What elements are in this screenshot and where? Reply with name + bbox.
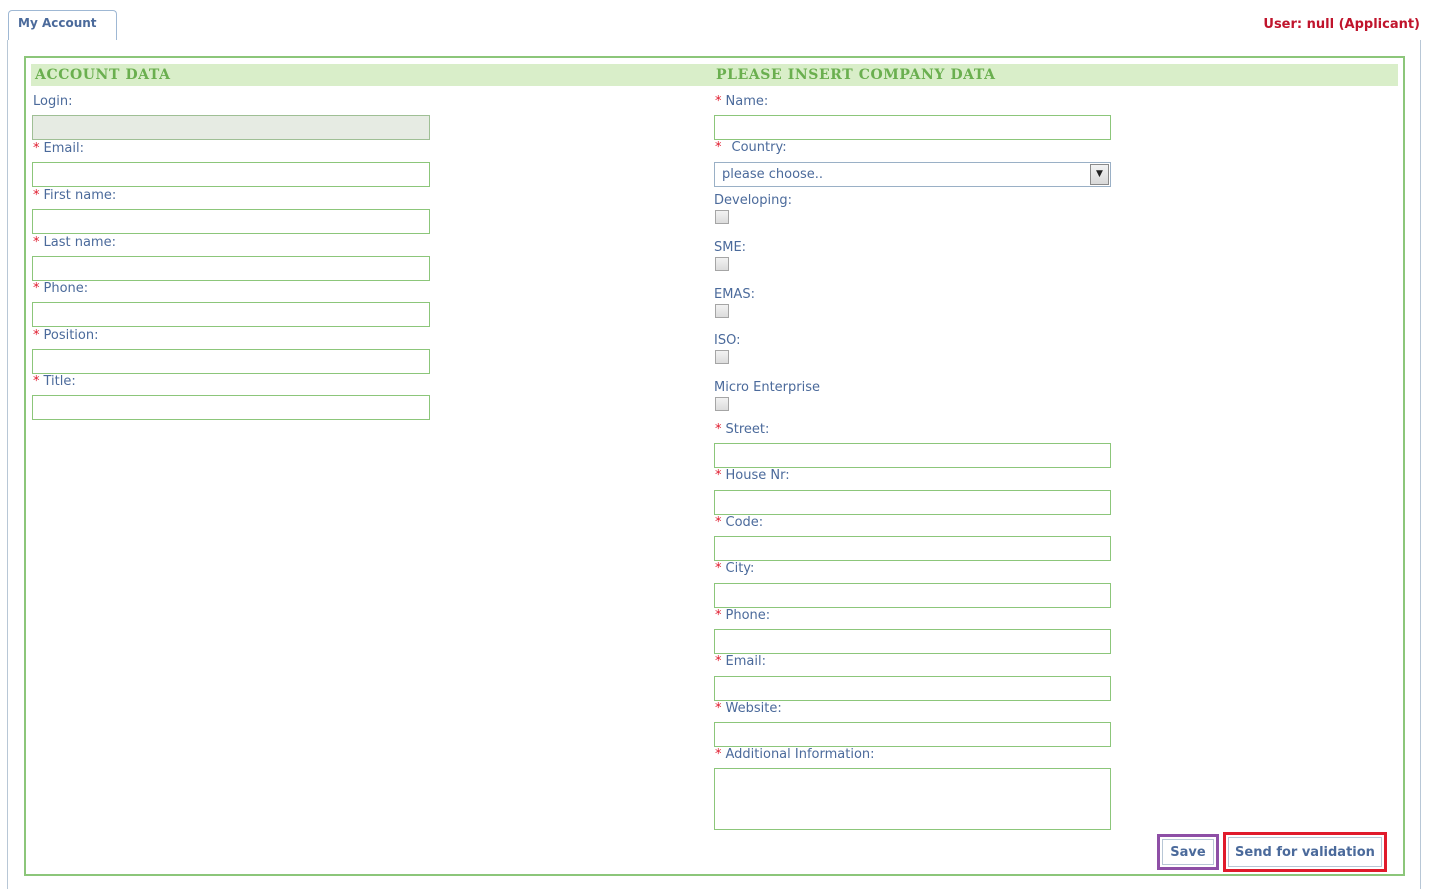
first-name-field[interactable] [32,209,430,234]
last-name-field[interactable] [32,256,430,281]
first-name-label: * First name: [33,188,117,203]
company-phone-label: * Phone: [715,608,771,623]
save-button[interactable]: Save [1157,834,1219,870]
phone-field[interactable] [32,302,430,327]
title-label: * Title: [33,374,76,389]
micro-enterprise-label: Micro Enterprise [714,380,820,395]
company-email-label: * Email: [715,654,766,669]
company-name-field[interactable] [714,115,1111,140]
position-label: * Position: [33,328,99,343]
email-label: * Email: [33,141,84,156]
website-field[interactable] [714,722,1111,747]
street-label: * Street: [715,422,770,437]
company-data-title: PLEASE INSERT COMPANY DATA [716,67,996,83]
additional-information-field[interactable] [714,768,1111,830]
company-name-label: * Name: [715,94,769,109]
send-for-validation-label: Send for validation [1228,837,1382,867]
last-name-label: * Last name: [33,235,116,250]
micro-enterprise-checkbox[interactable] [715,397,729,411]
email-field[interactable] [32,162,430,187]
tab-my-account[interactable]: My Account [8,10,117,40]
house-nr-label: * House Nr: [715,468,790,483]
phone-label: * Phone: [33,281,89,296]
sme-label: SME: [714,240,747,255]
emas-label: EMAS: [714,287,755,302]
account-form-panel: ACCOUNT DATA PLEASE INSERT COMPANY DATA … [24,56,1405,876]
iso-checkbox[interactable] [715,350,729,364]
website-label: * Website: [715,701,782,716]
tab-bar: My Account User: null (Applicant) [0,0,1435,40]
country-selected-value: please choose.. [722,167,824,182]
sme-checkbox[interactable] [715,257,729,271]
section-header-bar: ACCOUNT DATA PLEASE INSERT COMPANY DATA [31,64,1398,86]
send-for-validation-button[interactable]: Send for validation [1223,832,1387,872]
company-email-field[interactable] [714,676,1111,701]
developing-label: Developing: [714,193,792,208]
title-field[interactable] [32,395,430,420]
account-data-title: ACCOUNT DATA [35,67,171,83]
emas-checkbox[interactable] [715,304,729,318]
city-field[interactable] [714,583,1111,608]
house-nr-field[interactable] [714,490,1111,515]
city-label: * City: [715,561,755,576]
country-label: * Country: [715,140,787,155]
street-field[interactable] [714,443,1111,468]
login-field [32,115,430,140]
iso-label: ISO: [714,333,741,348]
additional-information-label: * Additional Information: [715,747,875,762]
code-label: * Code: [715,515,764,530]
developing-checkbox[interactable] [715,210,729,224]
chevron-down-icon[interactable]: ▼ [1090,164,1109,185]
company-phone-field[interactable] [714,629,1111,654]
save-button-label: Save [1162,839,1214,865]
user-info: User: null (Applicant) [1263,17,1420,32]
position-field[interactable] [32,349,430,374]
code-field[interactable] [714,536,1111,561]
login-label: Login: [33,94,73,109]
country-select[interactable]: please choose.. ▼ [714,162,1111,187]
